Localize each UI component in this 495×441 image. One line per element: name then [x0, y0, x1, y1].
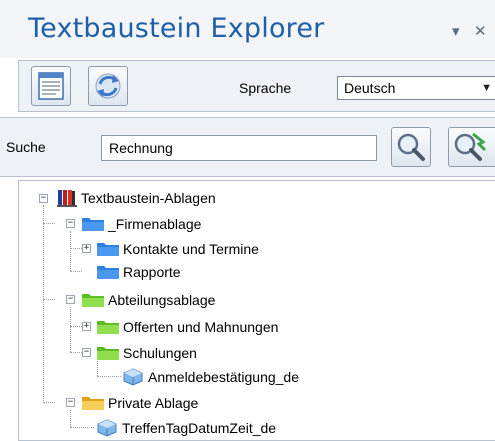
tree-guide-line: [43, 299, 55, 300]
tree-guide-line: [70, 352, 82, 353]
green-folder-icon: [97, 321, 119, 334]
search-input[interactable]: Rechnung: [101, 135, 377, 161]
tree-guide-line: [70, 231, 71, 271]
tree-node-label: Kontakte und Termine: [123, 241, 259, 257]
text-module-icon: [97, 419, 117, 437]
tree-node-label: Abteilungsablage: [108, 292, 216, 308]
tree-node-label: Textbaustein-Ablagen: [81, 190, 216, 206]
expand-toggle[interactable]: +: [82, 322, 91, 331]
green-folder-icon: [82, 294, 104, 307]
pin-dropdown-icon[interactable]: ▾: [452, 22, 460, 40]
tree-guide-line: [70, 248, 82, 249]
tree-guide-line: [97, 376, 121, 377]
panel-title: Textbaustein Explorer: [28, 13, 325, 44]
blue-folder-icon: [82, 218, 104, 231]
magnifier-clear-icon: [454, 132, 487, 161]
tree-guide-line: [43, 402, 55, 403]
document-list-icon: [38, 72, 64, 100]
collapse-toggle[interactable]: −: [66, 295, 75, 304]
tree-guide-line: [43, 223, 55, 224]
view-button[interactable]: [31, 66, 71, 106]
collapse-toggle[interactable]: −: [66, 219, 75, 228]
toolbar: Sprache Deutsch ▼: [18, 60, 495, 112]
magnifier-icon: [397, 133, 425, 161]
tree-node-label: Offerten und Mahnungen: [123, 319, 279, 335]
language-label: Sprache: [239, 80, 292, 96]
tree-guide-line: [43, 205, 44, 403]
refresh-button[interactable]: [88, 66, 128, 106]
language-value: Deutsch: [344, 80, 396, 96]
text-module-icon: [123, 368, 143, 386]
collapse-toggle[interactable]: −: [82, 348, 91, 357]
tree-node-label: Rapporte: [123, 264, 181, 280]
language-select[interactable]: Deutsch ▼: [337, 76, 495, 100]
tree-guide-line: [70, 271, 82, 272]
panel-header: Textbaustein Explorer ▾ ✕: [0, 0, 495, 58]
close-icon[interactable]: ✕: [474, 22, 487, 40]
chevron-down-icon: ▼: [481, 82, 492, 94]
refresh-icon: [95, 73, 121, 99]
search-label: Suche: [6, 139, 46, 155]
tree-guide-line: [70, 326, 82, 327]
tree-node-label: TreffenTagDatumZeit_de: [122, 420, 277, 436]
green-folder-icon: [97, 347, 119, 360]
tree-node-label: _Firmenablage: [108, 216, 202, 232]
blue-folder-icon: [97, 266, 119, 279]
tree-guide-line: [97, 359, 98, 376]
tree-node-label: Anmeldebestätigung_de: [148, 369, 300, 385]
tree-node-label: Private Ablage: [108, 395, 199, 411]
tree-guide-line: [70, 307, 71, 352]
yellow-folder-icon: [82, 397, 104, 410]
tree-guide-line: [70, 410, 71, 427]
search-button[interactable]: [391, 127, 431, 167]
search-bar: Suche Rechnung: [0, 117, 495, 177]
tree-guide-line: [70, 427, 94, 428]
tree-node-label: Schulungen: [123, 345, 197, 361]
blue-folder-icon: [97, 243, 119, 256]
collapse-toggle[interactable]: −: [39, 194, 48, 203]
bookshelf-icon: [57, 190, 77, 207]
text-module-tree[interactable]: − Textbaustein-Ablagen − _Firmenablage +…: [18, 180, 495, 441]
collapse-toggle[interactable]: −: [66, 398, 75, 407]
expand-toggle[interactable]: +: [82, 244, 91, 253]
clear-search-button[interactable]: [448, 127, 495, 167]
